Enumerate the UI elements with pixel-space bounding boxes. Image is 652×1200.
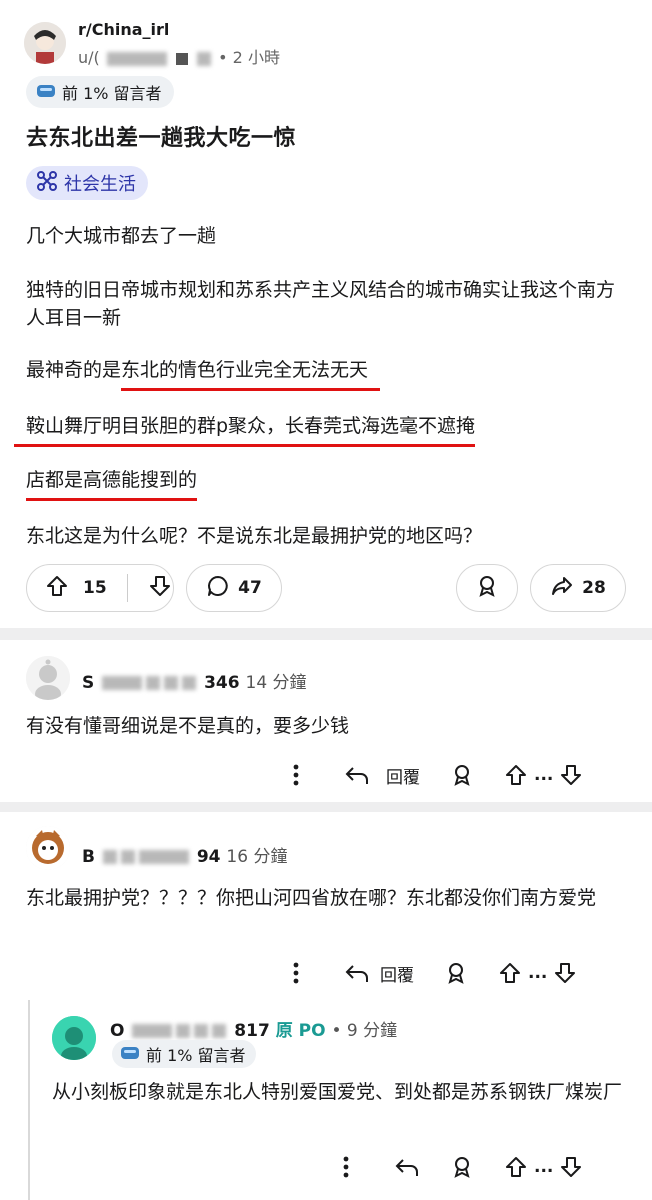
share-icon	[550, 574, 574, 603]
vote-group: 15	[26, 564, 174, 612]
comment-avatar[interactable]	[52, 1016, 96, 1060]
downvote-icon[interactable]	[559, 763, 583, 787]
post-paragraph-4: 鞍山舞厅明目张胆的群p聚众，长春莞式海选毫不遮掩	[14, 412, 476, 447]
comment-author[interactable]: S 346 14 分鐘	[82, 668, 307, 693]
reply-button[interactable]: 回覆	[344, 961, 414, 986]
award-icon[interactable]	[444, 961, 468, 985]
upvote-count: 15	[83, 578, 107, 598]
post-paragraph-3: 最神奇的是东北的情色行业完全无法无天	[26, 356, 381, 391]
comment-author[interactable]: B 94 16 分鐘	[82, 842, 287, 867]
op-badge: 原 PO	[275, 1021, 326, 1041]
award-icon	[475, 574, 499, 603]
comments-button[interactable]: 47	[186, 564, 282, 612]
vote-dots: ...	[528, 963, 548, 983]
reply-icon[interactable]	[394, 1156, 420, 1178]
user-flair: 前 1% 留言者	[112, 1040, 256, 1068]
post-time: • 2 小時	[218, 48, 280, 67]
subreddit-name[interactable]: r/China_irl	[78, 20, 169, 39]
more-options-icon[interactable]	[286, 962, 306, 984]
comment-bubble-icon	[206, 574, 230, 603]
downvote-icon[interactable]	[559, 1155, 583, 1179]
section-divider	[0, 802, 652, 812]
more-options-icon[interactable]	[336, 1156, 356, 1178]
more-options-icon[interactable]	[286, 764, 306, 786]
vote-dots: ...	[534, 765, 554, 785]
username-prefix[interactable]: u/(	[78, 48, 100, 67]
downvote-icon[interactable]	[148, 574, 172, 603]
award-button[interactable]	[456, 564, 518, 612]
comment-actions: ...	[336, 1152, 626, 1182]
reddit-post-page: r/China_irl u/( • 2 小時 前 1% 留言者 去东北出差一趟我…	[0, 0, 652, 1200]
network-icon	[36, 170, 58, 197]
comment-time: 16 分鐘	[226, 847, 288, 867]
badge-icon	[36, 83, 56, 102]
share-button[interactable]: 28	[530, 564, 626, 612]
comment-time: 14 分鐘	[245, 673, 307, 693]
comment-text: 从小刻板印象就是东北人特别爱国爱党、到处都是苏系钢铁厂煤炭厂	[52, 1081, 623, 1103]
upvote-icon[interactable]	[498, 961, 522, 985]
comment-avatar[interactable]	[26, 656, 70, 700]
badge-icon	[120, 1045, 140, 1064]
post-title[interactable]: 去东北出差一趟我大吃一惊	[26, 120, 296, 152]
post-paragraph-1: 几个大城市都去了一趟	[26, 225, 217, 247]
section-divider	[0, 628, 652, 640]
user-flair: 前 1% 留言者	[26, 76, 174, 108]
underlined-text-2: 鞍山舞厅明目张胆的群p聚众，长春莞式海选毫不遮掩	[14, 412, 476, 447]
upvote-icon[interactable]	[504, 763, 528, 787]
comment-text: 东北最拥护党？？？？你把山河四省放在哪？东北都没你们南方爱党	[26, 887, 597, 909]
reply-button[interactable]: 回覆	[344, 763, 420, 788]
underlined-text-3: 店都是高德能搜到的	[26, 466, 198, 501]
subreddit-avatar[interactable]	[24, 22, 66, 64]
post-paragraph-6: 东北这是为什么呢？不是说东北是最拥护党的地区吗？	[26, 525, 483, 547]
upvote-icon[interactable]	[504, 1155, 528, 1179]
post-tag[interactable]: 社会生活	[26, 166, 148, 200]
thread-line	[28, 1000, 30, 1200]
post-paragraph-5: 店都是高德能搜到的	[26, 466, 198, 501]
comment-avatar[interactable]	[26, 826, 70, 870]
underlined-text-1: 东北的情色行业完全无法无天	[121, 356, 381, 391]
post-meta: u/( • 2 小時	[78, 44, 280, 68]
comment-time: • 9 分鐘	[331, 1021, 398, 1041]
vote-dots: ...	[534, 1157, 554, 1177]
downvote-icon[interactable]	[553, 961, 577, 985]
award-icon[interactable]	[450, 1155, 474, 1179]
comment-actions: 回覆 ...	[286, 760, 626, 790]
post-paragraph-2: 独特的旧日帝城市规划和苏系共产主义风结合的城市确实让我这个南方人耳目一新	[26, 279, 616, 329]
redacted-username	[106, 51, 167, 66]
upvote-icon[interactable]	[45, 574, 69, 603]
comment-actions: 回覆 ...	[286, 958, 626, 988]
post-header: r/China_irl u/( • 2 小時	[24, 18, 624, 72]
comment-author[interactable]: O 817 原 PO • 9 分鐘	[110, 1016, 397, 1041]
comment-text: 有没有懂哥细说是不是真的，要多少钱	[26, 715, 350, 737]
award-icon[interactable]	[450, 763, 474, 787]
